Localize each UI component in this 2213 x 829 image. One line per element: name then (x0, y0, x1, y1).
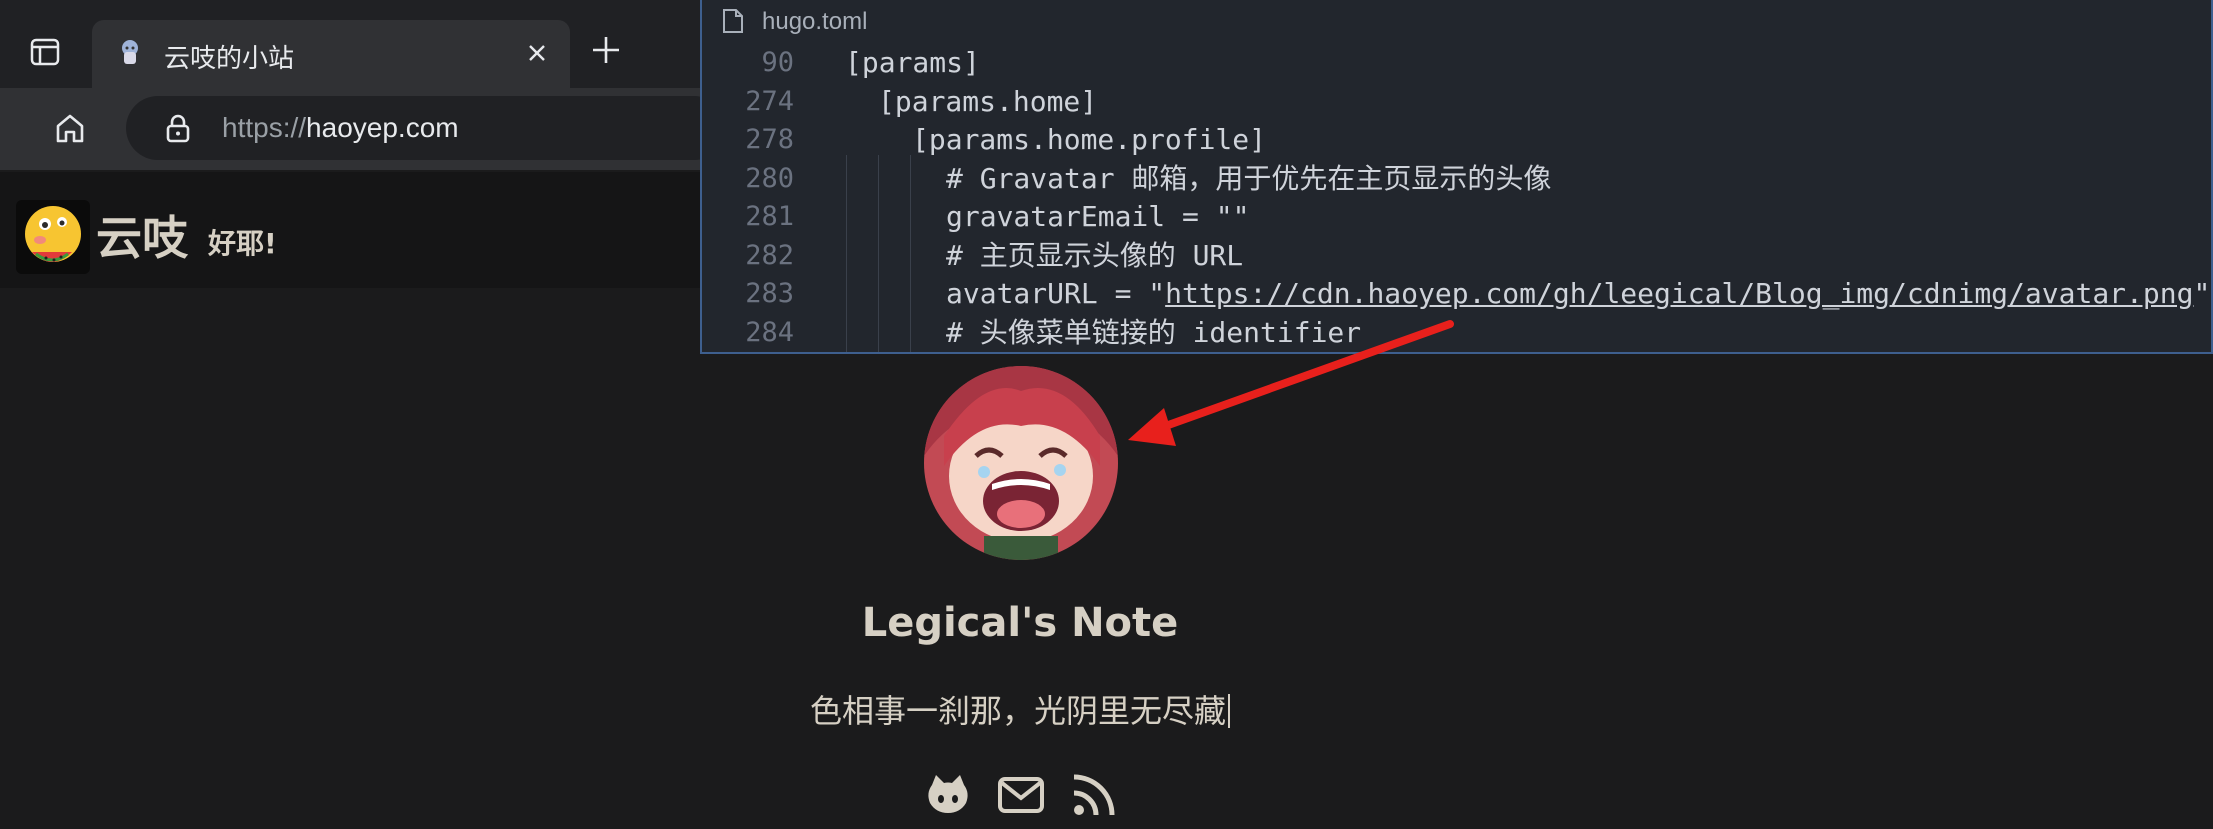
code-line[interactable]: 282 # 主页显示头像的 URL (702, 237, 2211, 276)
line-number: 281 (745, 201, 794, 232)
address-bar[interactable]: https://haoyep.com (126, 96, 726, 160)
url-text: https://haoyep.com (222, 112, 459, 144)
code-line[interactable]: 274 [params.home] (702, 83, 2211, 122)
code-text: gravatarEmail = "" (946, 200, 1250, 233)
code-comment: # 主页显示头像的 URL (946, 238, 1244, 272)
code-editor-overlay: hugo.toml 90 [params] 274 [params.home] 27… (700, 0, 2213, 354)
profile-avatar (924, 366, 1118, 560)
site-favicon-icon (122, 40, 138, 64)
anime-avatar-image (924, 366, 1118, 560)
github-icon[interactable] (924, 771, 972, 819)
new-tab-button[interactable] (586, 30, 626, 70)
code-lines: 90 [params] 274 [params.home] 278 [params.h… (702, 44, 2211, 352)
site-name[interactable]: 云吱 (96, 202, 188, 268)
plus-icon (593, 37, 619, 63)
code-line[interactable]: 281 gravatarEmail = "" (702, 198, 2211, 237)
url-host: haoyep.com (306, 112, 459, 143)
editor-titlebar: hugo.toml (702, 0, 2211, 42)
line-number: 274 (745, 85, 794, 117)
tab-title: 云吱的小站 (164, 44, 295, 74)
file-icon (723, 9, 743, 33)
code-quote: " (2193, 277, 2211, 310)
line-number: 284 (745, 316, 794, 348)
profile-subtitle: 色相事一刹那，光阴里无尽藏 (0, 686, 2040, 732)
avatar-url-link[interactable]: https://cdn.haoyep.com/gh/leegical/Blog_… (1165, 277, 2193, 310)
code-line[interactable]: 283 avatarURL = "https://cdn.haoyep.com/g… (702, 275, 2211, 314)
email-icon[interactable] (997, 771, 1045, 819)
rss-icon[interactable] (1070, 771, 1118, 819)
code-line[interactable]: 90 [params] (702, 44, 2211, 83)
typing-caret (1228, 694, 1230, 728)
code-text: [params.home.profile] (912, 123, 1267, 156)
line-number: 283 (745, 278, 794, 309)
browser-toolbar: https://haoyep.com (0, 88, 726, 170)
profile-title: Legical's Note (861, 600, 1179, 646)
profile-subtitle-text: 色相事一刹那，光阴里无尽藏 (809, 692, 1226, 730)
tab-strip: 云吱的小站 (0, 0, 705, 88)
close-icon (529, 45, 545, 61)
social-links (924, 770, 1118, 820)
code-text: [params.home] (878, 84, 1098, 118)
code-text: avatarURL = "https://cdn.haoyep.com/gh/l… (946, 275, 2210, 314)
lock-icon[interactable] (162, 112, 194, 144)
file-name[interactable]: hugo.toml (762, 8, 867, 36)
code-comment: # Gravatar 邮箱，用于优先在主页显示的头像 (946, 161, 1552, 195)
code-line[interactable]: 284 # 头像菜单链接的 identifier (702, 314, 2211, 353)
emoji-logo-icon (25, 206, 81, 262)
tab-active[interactable]: 云吱的小站 (92, 20, 570, 88)
code-line[interactable]: 280 # Gravatar 邮箱，用于优先在主页显示的头像 (702, 160, 2211, 199)
code-text: [params] (845, 46, 980, 79)
site-greeting: 好耶! (208, 227, 277, 260)
line-number: 282 (745, 239, 794, 271)
url-scheme: https:// (222, 112, 307, 143)
code-line[interactable]: 278 [params.home.profile] (702, 121, 2211, 160)
home-icon (56, 114, 84, 143)
line-number: 280 (745, 162, 794, 194)
tab-actions-icon (30, 38, 60, 66)
site-logo[interactable] (16, 200, 90, 274)
code-key: avatarURL = " (946, 277, 1166, 310)
tab-actions-button[interactable] (18, 30, 72, 74)
code-comment: # 头像菜单链接的 identifier (946, 315, 1362, 349)
line-number: 90 (761, 47, 794, 78)
tab-close-button[interactable] (522, 38, 552, 68)
line-number: 278 (745, 124, 794, 155)
home-button[interactable] (48, 106, 92, 150)
